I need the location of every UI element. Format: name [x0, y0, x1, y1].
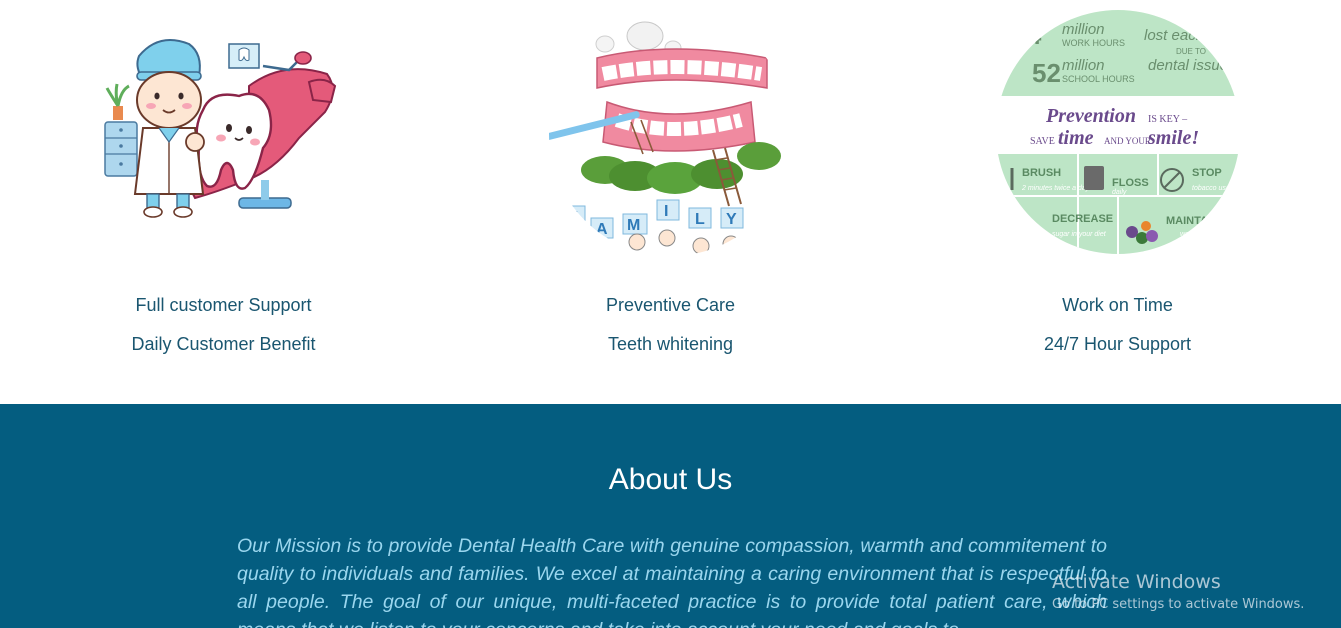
feature-card: Full customer Support Daily Customer Ben… [0, 0, 447, 404]
about-mission-text: Our Mission is to provide Dental Health … [237, 535, 1107, 628]
infographic-item: FLOSS [1112, 177, 1149, 189]
about-title: About Us [608, 463, 733, 496]
feature-subtitle: 24/7 Hour Support [1043, 334, 1192, 354]
infographic-text: lost each [1144, 27, 1204, 44]
prevention-infographic: 164 million WORK HOURS 52 million SCHOOL… [995, 10, 1240, 254]
infographic-text: SAVE [1030, 136, 1055, 147]
dentist-cartoon-illustration [103, 39, 336, 218]
windows-activation-watermark[interactable]: Activate Windows Go to PC settings to ac… [1052, 570, 1341, 614]
feature-card: F A M I L Y Preventive Care Teeth whiten… [447, 0, 894, 404]
infographic-text: DUE TO [1176, 47, 1206, 56]
activation-subtitle[interactable]: Go to PC settings to activate Windows. [1052, 596, 1341, 614]
feature-subtitle: Daily Customer Benefit [131, 334, 316, 354]
feature-subtitle: Teeth whitening [607, 334, 734, 354]
family-letter: I [664, 203, 668, 220]
family-letter: L [695, 211, 705, 228]
infographic-heading: time [1058, 127, 1094, 149]
infographic-item-sub: well b [1180, 231, 1198, 238]
infographic-item-sub: tobacco use [1192, 185, 1230, 192]
infographic-item-sub: sugar in your diet [1052, 231, 1107, 238]
infographic-text: IS KEY – [1148, 114, 1188, 125]
feature-title: Full customer Support [135, 295, 312, 315]
family-letter: Y [726, 211, 737, 228]
stat-unit: million [1062, 21, 1105, 38]
activation-title: Activate Windows [1052, 571, 1221, 593]
infographic-item: BRUSH [1022, 167, 1061, 179]
feature-card: 164 million WORK HOURS 52 million SCHOOL… [894, 0, 1341, 404]
infographic-text: AND YOUR [1104, 136, 1151, 146]
infographic-heading: smile! [1147, 127, 1199, 149]
feature-title: Work on Time [1062, 295, 1173, 315]
infographic-text: dental issue [1148, 57, 1228, 74]
feature-title: Preventive Care [605, 295, 736, 315]
stat-label: WORK HOURS [1062, 38, 1125, 48]
infographic-item: MAINTAIN [1166, 215, 1219, 227]
teeth-family-illustration: F A M I L Y [548, 12, 793, 256]
infographic-item-sub: 2 minutes twice a day [1021, 185, 1090, 192]
infographic-heading: Prevention [1045, 105, 1136, 127]
family-letter: A [596, 221, 608, 238]
infographic-item: STOP [1192, 167, 1222, 179]
stat-label: SCHOOL HOURS [1062, 74, 1135, 84]
stat-unit: million [1062, 57, 1105, 74]
family-letter: F [568, 209, 578, 226]
infographic-item-sub: daily [1112, 189, 1127, 196]
features-section: Full customer Support Daily Customer Ben… [0, 0, 1341, 404]
stat-number: 52 [1032, 58, 1061, 88]
infographic-item: DECREASE [1052, 213, 1113, 225]
family-letter: M [627, 217, 640, 234]
stat-number: 164 [998, 20, 1042, 50]
